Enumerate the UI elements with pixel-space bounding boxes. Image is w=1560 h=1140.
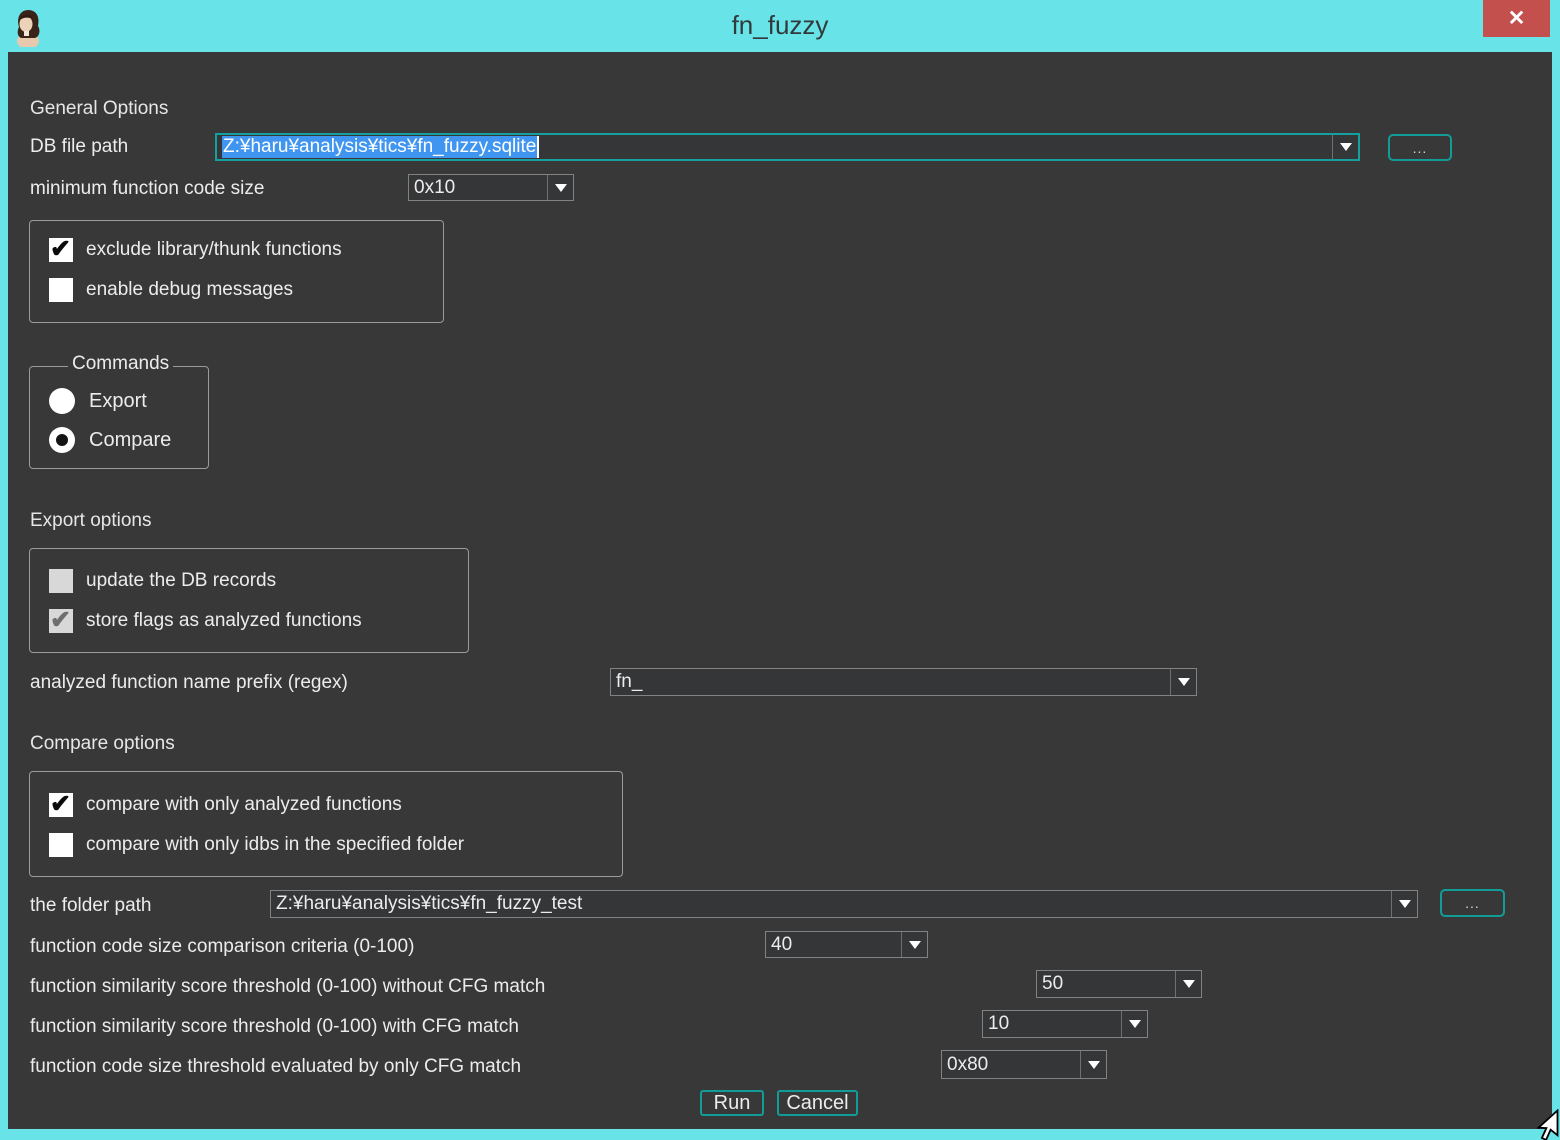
with-cfg-dropdown-arrow[interactable] [1121, 1011, 1147, 1037]
chevron-down-icon [1399, 900, 1411, 908]
min-code-size-value: 0x10 [414, 177, 455, 199]
radio-row: Export [49, 388, 147, 414]
folder-path-combobox[interactable]: Z:¥haru¥analysis¥tics¥fn_fuzzy_test [270, 890, 1418, 918]
enable-debug-checkbox[interactable] [49, 278, 73, 302]
chevron-down-icon [1088, 1061, 1100, 1069]
folder-path-label: the folder path [30, 893, 151, 919]
commands-legend: Commands [68, 353, 173, 375]
update-db-records-checkbox [49, 569, 73, 593]
radio-label: Export [89, 390, 147, 413]
compare-radio[interactable] [49, 427, 75, 453]
with-cfg-combobox[interactable]: 10 [982, 1010, 1148, 1038]
prefix-label: analyzed function name prefix (regex) [30, 670, 348, 696]
general-options-heading: General Options [30, 96, 168, 122]
size-threshold-combobox[interactable]: 0x80 [941, 1050, 1107, 1079]
run-button[interactable]: Run [700, 1090, 764, 1116]
compare-options-heading: Compare options [30, 731, 175, 757]
commands-group: Commands Export Compare [29, 366, 209, 469]
checkbox-label: compare with only analyzed functions [86, 794, 402, 816]
window-title: fn_fuzzy [0, 10, 1560, 41]
criteria-combobox[interactable]: 40 [765, 931, 928, 958]
mouse-cursor-icon [1529, 1109, 1559, 1140]
without-cfg-value: 50 [1042, 973, 1063, 995]
db-file-path-dropdown-arrow[interactable] [1332, 135, 1358, 159]
min-code-size-dropdown-arrow[interactable] [547, 175, 573, 200]
checkbox-label: exclude library/thunk functions [86, 239, 342, 261]
with-cfg-value: 10 [988, 1013, 1009, 1035]
checkbox-row: update the DB records [49, 569, 276, 593]
chevron-down-icon [1178, 678, 1190, 686]
db-file-path-combobox[interactable]: Z:¥haru¥analysis¥tics¥fn_fuzzy.sqlite [215, 133, 1360, 161]
cancel-button[interactable]: Cancel [777, 1090, 858, 1116]
fn-fuzzy-dialog: fn_fuzzy ✕ General Options DB file path … [0, 0, 1560, 1140]
size-threshold-label: function code size threshold evaluated b… [30, 1054, 521, 1080]
prefix-dropdown-arrow[interactable] [1170, 669, 1196, 695]
criteria-dropdown-arrow[interactable] [901, 932, 927, 957]
size-threshold-value: 0x80 [947, 1054, 988, 1076]
without-cfg-label: function similarity score threshold (0-1… [30, 974, 545, 1000]
folder-path-dropdown-arrow[interactable] [1391, 891, 1417, 917]
compare-analyzed-checkbox[interactable] [49, 793, 73, 817]
without-cfg-dropdown-arrow[interactable] [1175, 971, 1201, 997]
db-file-browse-button[interactable]: ... [1388, 134, 1452, 161]
close-icon: ✕ [1508, 8, 1526, 29]
chevron-down-icon [555, 184, 567, 192]
chevron-down-icon [909, 941, 921, 949]
radio-row: Compare [49, 427, 171, 453]
without-cfg-combobox[interactable]: 50 [1036, 970, 1202, 998]
store-flags-checkbox [49, 609, 73, 633]
export-options-heading: Export options [30, 508, 151, 534]
titlebar[interactable]: fn_fuzzy ✕ [0, 0, 1560, 52]
general-checkbox-group: exclude library/thunk functions enable d… [29, 220, 444, 323]
criteria-label: function code size comparison criteria (… [30, 934, 414, 960]
folder-path-value: Z:¥haru¥analysis¥tics¥fn_fuzzy_test [276, 893, 582, 915]
dialog-body: General Options DB file path Z:¥haru¥ana… [8, 52, 1552, 1129]
criteria-value: 40 [771, 934, 792, 956]
radio-label: Compare [89, 429, 171, 452]
prefix-combobox[interactable]: fn_ [610, 668, 1197, 696]
checkbox-row: exclude library/thunk functions [49, 238, 342, 262]
prefix-value: fn_ [616, 671, 642, 693]
size-threshold-dropdown-arrow[interactable] [1080, 1051, 1106, 1078]
with-cfg-label: function similarity score threshold (0-1… [30, 1014, 519, 1040]
min-code-size-combobox[interactable]: 0x10 [408, 174, 574, 201]
checkbox-row: store flags as analyzed functions [49, 609, 362, 633]
exclude-library-checkbox[interactable] [49, 238, 73, 262]
compare-checkbox-group: compare with only analyzed functions com… [29, 771, 623, 877]
checkbox-label: store flags as analyzed functions [86, 610, 362, 632]
db-file-path-value: Z:¥haru¥analysis¥tics¥fn_fuzzy.sqlite [222, 136, 537, 158]
checkbox-label: compare with only idbs in the specified … [86, 834, 464, 856]
chevron-down-icon [1340, 143, 1352, 151]
compare-idbs-checkbox[interactable] [49, 833, 73, 857]
checkbox-label: update the DB records [86, 570, 276, 592]
checkbox-row: compare with only idbs in the specified … [49, 833, 464, 857]
folder-browse-button[interactable]: ... [1440, 889, 1505, 917]
chevron-down-icon [1183, 980, 1195, 988]
export-checkbox-group: update the DB records store flags as ana… [29, 548, 469, 653]
chevron-down-icon [1129, 1020, 1141, 1028]
checkbox-label: enable debug messages [86, 279, 293, 301]
close-button[interactable]: ✕ [1483, 0, 1550, 37]
text-caret [537, 136, 539, 158]
min-code-size-label: minimum function code size [30, 176, 264, 202]
checkbox-row: compare with only analyzed functions [49, 793, 402, 817]
db-file-path-label: DB file path [30, 134, 128, 160]
export-radio[interactable] [49, 388, 75, 414]
checkbox-row: enable debug messages [49, 278, 293, 302]
